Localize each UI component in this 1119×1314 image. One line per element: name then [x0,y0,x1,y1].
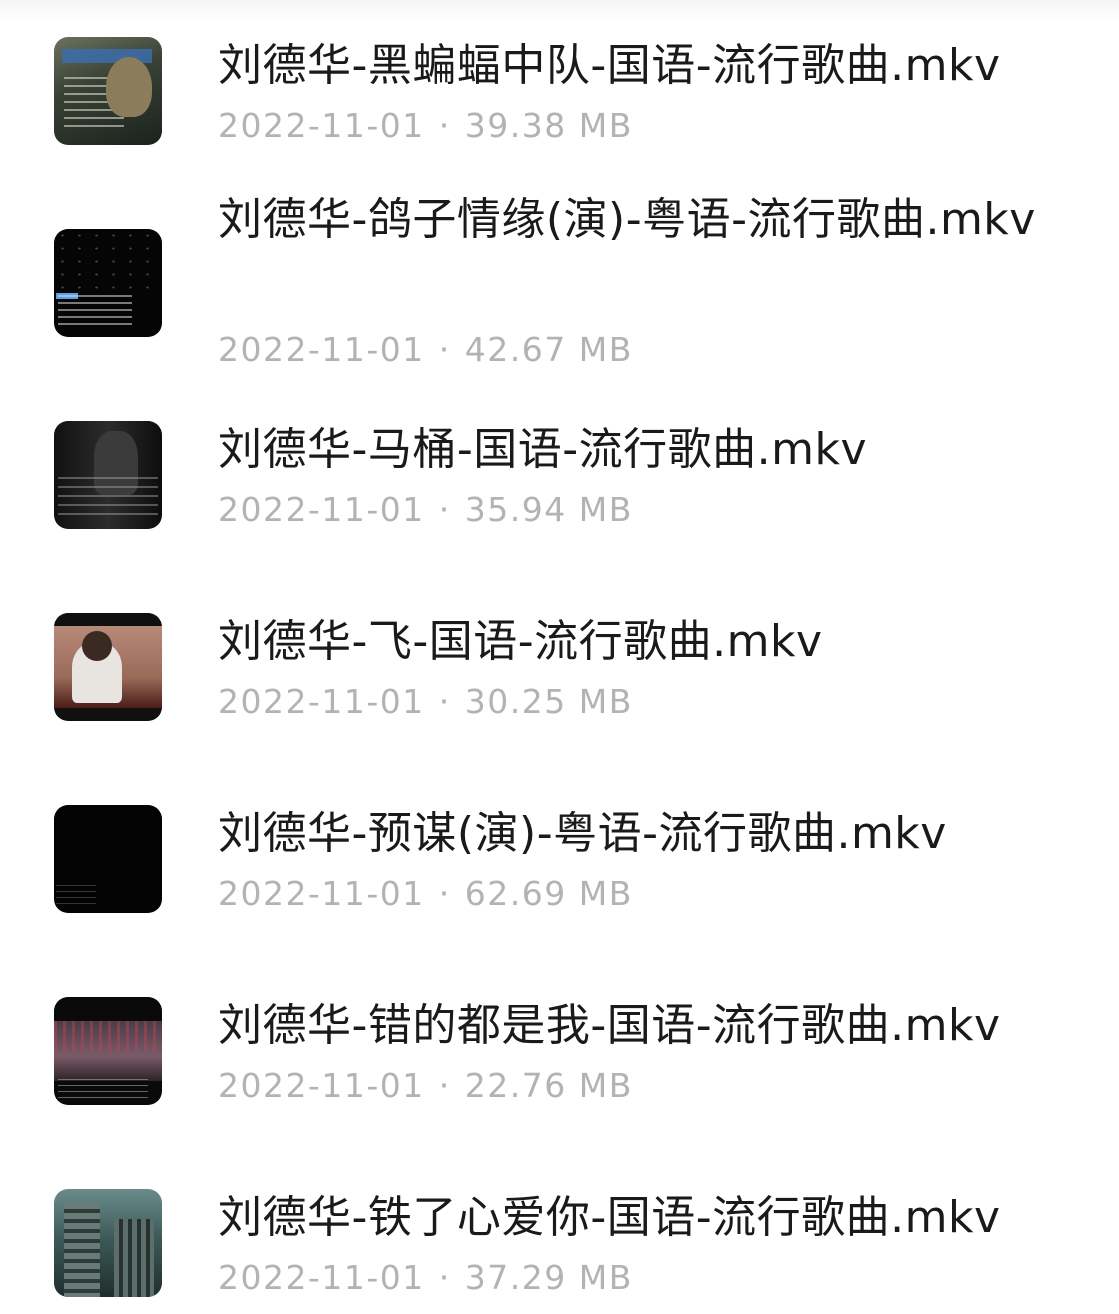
video-thumbnail-icon[interactable] [54,421,162,529]
file-meta: 2022-11-01 · 37.29 MB [218,1258,633,1298]
video-thumbnail-icon[interactable] [54,37,162,145]
file-name: 刘德华-错的都是我-国语-流行歌曲.mkv [218,1000,1001,1051]
meta-separator: · [438,1258,451,1297]
file-size: 35.94 MB [464,490,633,529]
video-thumbnail-icon[interactable] [54,805,162,913]
file-date: 2022-11-01 [218,1066,425,1105]
file-meta: 2022-11-01 · 30.25 MB [218,682,633,722]
video-thumbnail-icon[interactable] [54,997,162,1105]
file-date: 2022-11-01 [218,490,425,529]
file-size: 42.67 MB [464,330,633,369]
meta-separator: · [438,682,451,721]
list-item[interactable]: 刘德华-黑蝙蝠中队-国语-流行歌曲.mkv 2022-11-01 · 39.38 M… [0,0,1119,192]
meta-separator: · [438,874,451,913]
file-date: 2022-11-01 [218,1258,425,1297]
file-name: 刘德华-飞-国语-流行歌曲.mkv [218,616,823,667]
list-item[interactable]: 刘德华-预谋(演)-粤语-流行歌曲.mkv 2022-11-01 · 62.69 M… [0,772,1119,964]
file-name: 刘德华-预谋(演)-粤语-流行歌曲.mkv [218,808,947,859]
meta-separator: · [438,490,451,529]
meta-separator: · [438,106,451,145]
file-list: 刘德华-黑蝙蝠中队-国语-流行歌曲.mkv 2022-11-01 · 39.38 M… [0,0,1119,1314]
file-size: 30.25 MB [464,682,633,721]
file-meta: 2022-11-01 · 39.38 MB [218,106,633,146]
meta-separator: · [438,330,451,369]
video-thumbnail-icon[interactable] [54,613,162,721]
file-meta: 2022-11-01 · 35.94 MB [218,490,633,530]
file-date: 2022-11-01 [218,330,425,369]
meta-separator: · [438,1066,451,1105]
file-size: 62.69 MB [464,874,633,913]
list-item[interactable]: 刘德华-鸽子情缘(演)-粤语-流行歌曲.mkv 2022-11-01 · 42.67… [0,192,1119,388]
file-name: 刘德华-铁了心爱你-国语-流行歌曲.mkv [218,1192,1001,1243]
video-thumbnail-icon[interactable] [54,229,162,337]
file-meta: 2022-11-01 · 22.76 MB [218,1066,633,1106]
file-date: 2022-11-01 [218,106,425,145]
file-name: 刘德华-黑蝙蝠中队-国语-流行歌曲.mkv [218,40,1001,91]
list-item[interactable]: 刘德华-马桶-国语-流行歌曲.mkv 2022-11-01 · 35.94 MB [0,388,1119,580]
list-item[interactable]: 刘德华-铁了心爱你-国语-流行歌曲.mkv 2022-11-01 · 37.29 M… [0,1156,1119,1314]
file-date: 2022-11-01 [218,682,425,721]
file-meta: 2022-11-01 · 42.67 MB [218,330,633,370]
file-name: 刘德华-马桶-国语-流行歌曲.mkv [218,424,867,475]
video-thumbnail-icon[interactable] [54,1189,162,1297]
file-size: 39.38 MB [464,106,633,145]
file-date: 2022-11-01 [218,874,425,913]
file-name: 刘德华-鸽子情缘(演)-粤语-流行歌曲.mkv [218,194,1036,245]
file-size: 22.76 MB [464,1066,633,1105]
list-item[interactable]: 刘德华-飞-国语-流行歌曲.mkv 2022-11-01 · 30.25 MB [0,580,1119,772]
file-size: 37.29 MB [464,1258,633,1297]
list-item[interactable]: 刘德华-错的都是我-国语-流行歌曲.mkv 2022-11-01 · 22.76 M… [0,964,1119,1156]
file-meta: 2022-11-01 · 62.69 MB [218,874,633,914]
